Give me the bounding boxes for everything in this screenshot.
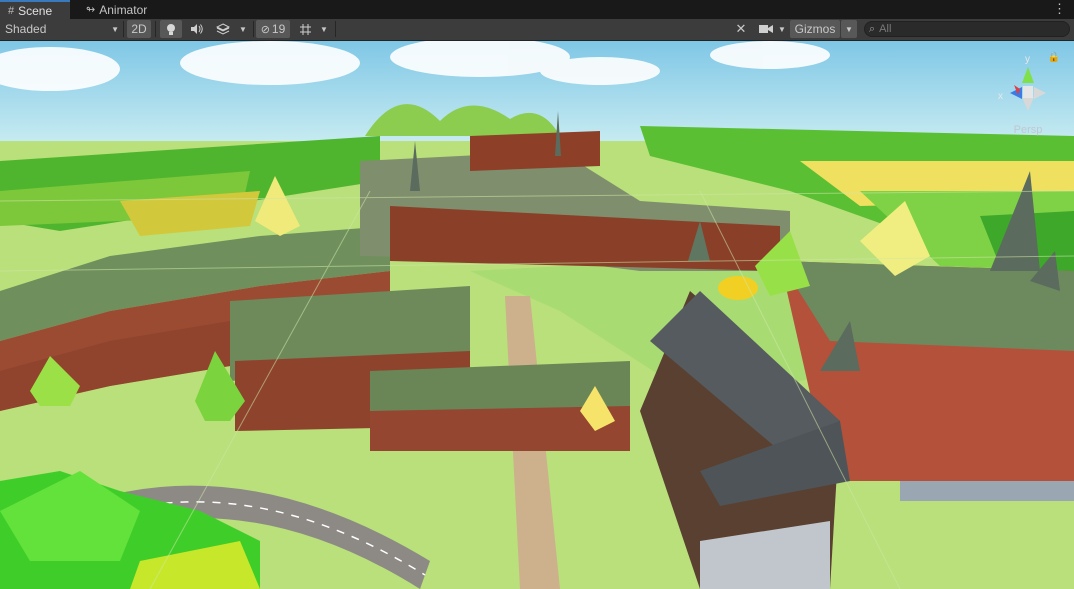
gizmos-dropdown[interactable]: ▼	[841, 20, 857, 38]
scene-viewport[interactable]: y x Persp 🔒	[0, 41, 1074, 589]
search-input[interactable]	[879, 23, 1050, 35]
scene-grid-icon: #	[8, 4, 15, 17]
gizmos-label: Gizmos	[794, 22, 836, 36]
lightbulb-icon	[167, 23, 175, 35]
camera-button[interactable]	[756, 20, 776, 38]
2d-label: 2D	[131, 22, 147, 36]
tab-scene[interactable]: # Scene	[0, 0, 70, 19]
tab-scene-label: Scene	[18, 3, 53, 18]
shading-mode-dropdown[interactable]: Shaded ▼	[3, 20, 121, 38]
scene-search: ⌕	[864, 21, 1070, 37]
gizmos-button[interactable]: Gizmos	[790, 20, 840, 38]
tools-toggle-button[interactable]: ✕	[730, 20, 752, 38]
grid-toggle-button[interactable]	[294, 20, 316, 38]
divider	[123, 21, 124, 37]
hidden-count: 19	[271, 22, 286, 36]
grid-dropdown[interactable]: ▼	[316, 20, 332, 38]
chevron-down-icon: ▼	[778, 24, 786, 34]
more-options-icon[interactable]: ⋮	[1053, 1, 1066, 17]
effects-dropdown[interactable]: ▼	[236, 20, 250, 38]
scene-visibility-toggle[interactable]: ⊘ 19	[256, 20, 290, 38]
axis-label-y: y	[1025, 54, 1030, 65]
orientation-gizmo[interactable]: y x Persp	[992, 51, 1064, 141]
wrench-tools-icon: ✕	[735, 21, 747, 36]
lock-icon[interactable]: 🔒	[1048, 52, 1060, 63]
chevron-down-icon: ▼	[239, 24, 247, 34]
2d-toggle-button[interactable]: 2D	[127, 20, 151, 38]
divider	[335, 21, 336, 37]
layers-effects-icon	[216, 23, 230, 35]
speaker-icon	[190, 24, 203, 34]
chevron-down-icon: ▼	[111, 24, 119, 34]
tab-animator-label: Animator	[99, 2, 148, 17]
divider	[155, 21, 156, 37]
chevron-down-icon: ▼	[320, 24, 328, 34]
camera-dropdown[interactable]: ▼	[776, 20, 788, 38]
tab-bar: # Scene ↬ Animator ⋮	[0, 0, 1074, 20]
grid-icon	[299, 23, 311, 35]
axis-label-x: x	[998, 91, 1003, 102]
eye-hidden-icon: ⊘	[260, 23, 270, 36]
scene-toolbar: Shaded ▼ 2D ▼ ⊘ 19 ▼ ✕ ▼ Gizmos ▼ ⌕ All	[0, 19, 1074, 41]
lighting-toggle-button[interactable]	[160, 20, 182, 38]
chevron-down-icon: ▼	[845, 24, 853, 34]
animator-icon: ↬	[86, 4, 96, 16]
camera-icon	[759, 25, 773, 33]
divider	[253, 21, 254, 37]
scene-render	[0, 41, 1074, 589]
projection-label[interactable]: Persp	[992, 124, 1064, 136]
shading-mode-value: Shaded	[5, 22, 47, 36]
search-icon: ⌕	[869, 22, 876, 35]
tab-animator[interactable]: ↬ Animator	[78, 0, 158, 19]
audio-toggle-button[interactable]	[185, 20, 207, 38]
effects-toggle-button[interactable]	[210, 20, 236, 38]
